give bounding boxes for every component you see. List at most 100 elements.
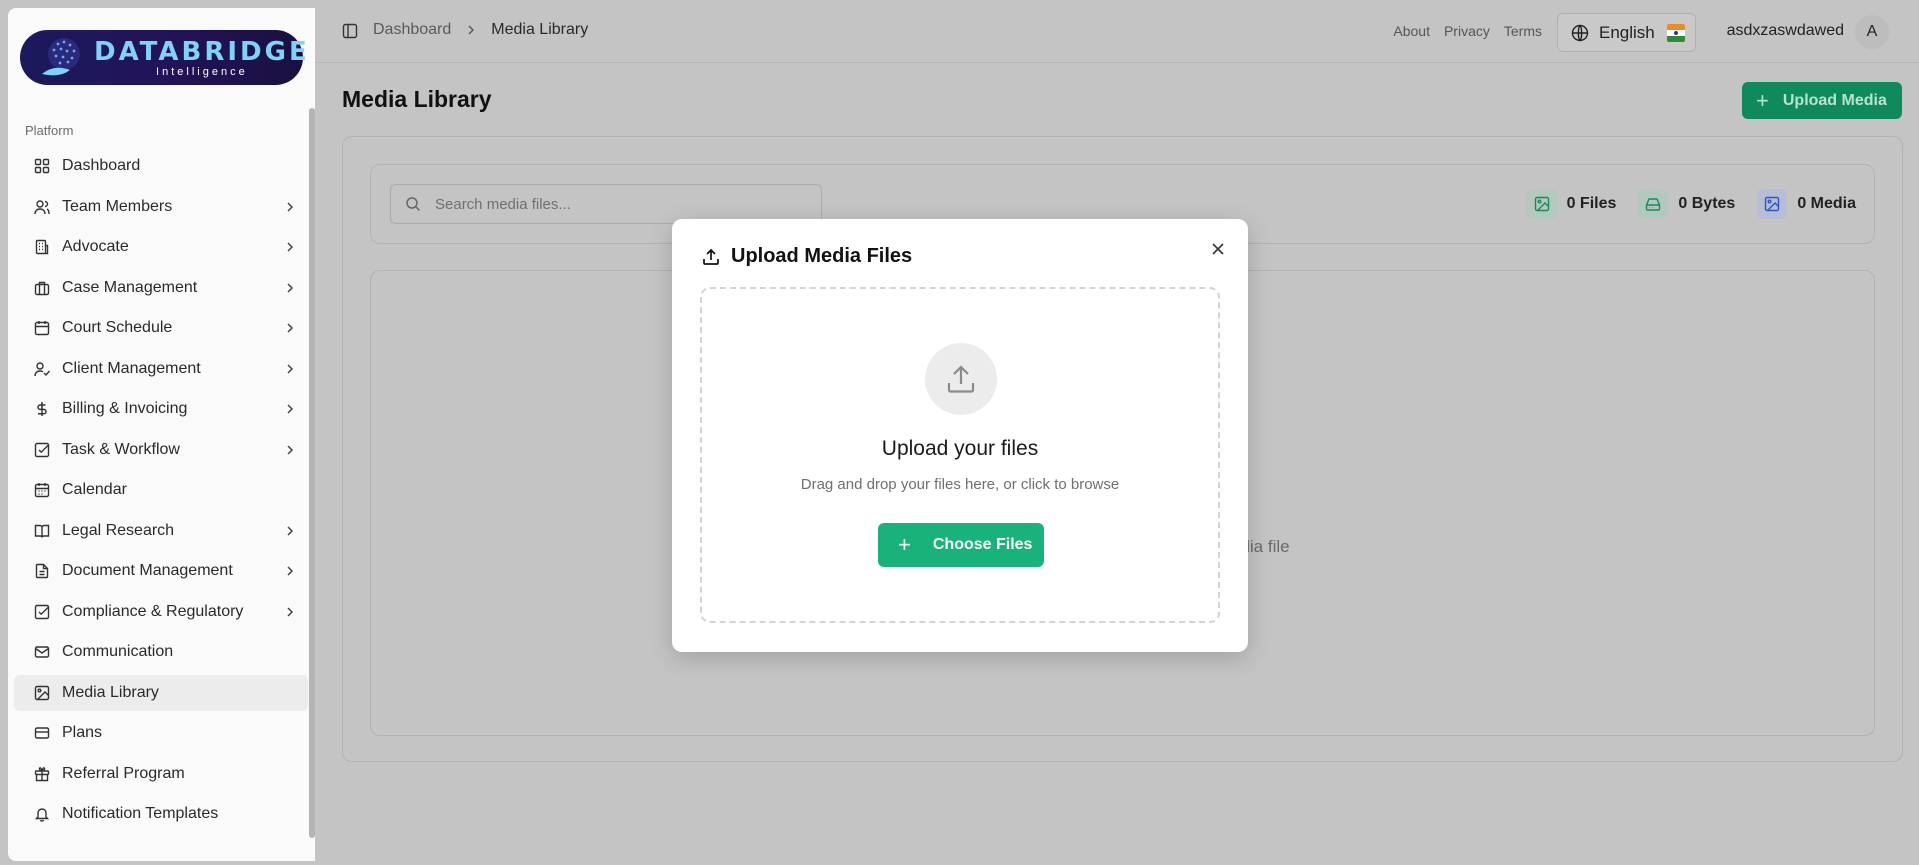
modal-title: Upload Media Files (701, 245, 912, 268)
upload-icon (925, 343, 997, 415)
sidebar-item-label: Plans (62, 724, 103, 741)
sidebar-item-advocate[interactable]: Advocate (14, 229, 308, 265)
choose-files-button[interactable]: + Choose Files (878, 523, 1044, 567)
sidebar-item-label: Legal Research (62, 521, 175, 539)
sidebar-scrollbar[interactable] (309, 108, 315, 838)
sidebar-item-label: Court Schedule (62, 319, 173, 336)
sidebar-item-label: Communication (62, 643, 174, 660)
india-flag-icon (1666, 23, 1685, 42)
sidebar-item-task-workflow[interactable]: Task & Workflow (14, 432, 308, 468)
upload-icon (703, 248, 719, 265)
about-link[interactable]: About (1393, 23, 1430, 39)
brand-logo[interactable]: DATABRIDGE Intelligence (20, 30, 307, 85)
dropzone-title: Upload your files (881, 437, 1039, 460)
breadcrumb-dashboard[interactable]: Dashboard (373, 21, 451, 39)
sidebar-item-communication[interactable]: Communication (14, 634, 308, 670)
plus-icon: + (1756, 87, 1769, 113)
sidebar-item-plans[interactable]: Plans (14, 715, 308, 751)
sidebar-item-team-members[interactable]: Team Members (14, 189, 308, 225)
upload-modal: Upload Media Files Upload your files Dra… (672, 219, 1248, 652)
upload-media-label: Upload Media (1782, 91, 1887, 109)
sidebar-item-label: Team Members (62, 197, 173, 215)
sidebar-item-label: Document Management (62, 562, 233, 579)
sidebar-item-document-management[interactable]: Document Management (14, 553, 308, 589)
sidebar-item-label: Task & Workflow (62, 440, 180, 458)
bytes-count: 0 Bytes (1678, 195, 1736, 212)
nav-section-label: Platform (25, 123, 74, 138)
card-icon (34, 727, 50, 739)
sidebar-item-referral-program[interactable]: Referral Program (14, 756, 308, 792)
sidebar-item-calendar[interactable]: Calendar (14, 472, 308, 508)
sidebar-item-label: Case Management (62, 278, 198, 296)
close-button[interactable] (1208, 239, 1228, 259)
gift-icon (34, 766, 50, 781)
language-label: English (1599, 22, 1655, 42)
page-title: Media Library (342, 86, 492, 112)
files-stat: 0 Files (1526, 189, 1617, 219)
sidebar-item-court-schedule[interactable]: Court Schedule (14, 310, 308, 346)
mail-icon (34, 646, 50, 658)
media-count: 0 Media (1797, 195, 1856, 212)
file-dropzone[interactable]: Upload your files Drag and drop your fil… (700, 287, 1220, 623)
sidebar-item-label: Calendar (62, 481, 127, 498)
sidebar-item-label: Dashboard (62, 157, 141, 174)
sidebar-item-label: Client Management (62, 359, 201, 377)
user-check-icon (34, 361, 50, 376)
chevron-right-icon (287, 525, 294, 536)
sidebar-item-client-management[interactable]: Client Management (14, 351, 308, 387)
sidebar-item-legal-research[interactable]: Legal Research (14, 513, 308, 549)
building-icon (35, 239, 49, 255)
briefcase-icon (34, 281, 50, 295)
avatar[interactable]: A (1855, 15, 1889, 49)
check-square-icon (34, 442, 50, 457)
sidebar-item-billing[interactable]: Billing & Invoicing (14, 391, 308, 427)
search-input[interactable]: Search media files... (390, 184, 822, 224)
user-name[interactable]: asdxzaswdawed (1727, 22, 1844, 40)
sidebar: DATABRIDGE Intelligence Platform Dashboa… (8, 8, 315, 861)
files-count: 0 Files (1566, 195, 1617, 212)
sidebar-item-notification-templates[interactable]: Notification Templates (14, 796, 308, 832)
breadcrumb-current: Media Library (491, 21, 589, 38)
plus-icon: + (898, 532, 911, 557)
sidebar-item-label: Notification Templates (62, 805, 219, 822)
sidebar-toggle-icon[interactable] (342, 23, 358, 39)
chevron-right-icon (287, 566, 294, 576)
sidebar-item-dashboard[interactable]: Dashboard (14, 148, 308, 184)
chevron-right-icon (287, 242, 294, 252)
chevron-right-icon (287, 323, 294, 333)
brand-name: DATABRIDGE (94, 36, 310, 67)
sidebar-item-label: Referral Program (62, 764, 185, 782)
sidebar-item-label: Compliance & Regulatory (62, 602, 244, 620)
globe-icon (1571, 24, 1589, 41)
modal-title-text: Upload Media Files (731, 245, 913, 267)
brand-tagline: Intelligence (156, 65, 248, 78)
sidebar-item-label: Advocate (62, 238, 129, 255)
bell-icon (34, 808, 50, 822)
image-icon (34, 685, 50, 700)
terms-link[interactable]: Terms (1504, 23, 1542, 39)
choose-files-label: Choose Files (932, 536, 1033, 553)
top-links: About Privacy Terms (1393, 23, 1542, 39)
chevron-right-icon (287, 282, 294, 293)
media-stat: 0 Media (1757, 189, 1856, 219)
language-selector[interactable]: English (1557, 13, 1696, 52)
chevron-right-icon (287, 363, 294, 374)
chevron-right-icon (468, 25, 475, 35)
privacy-link[interactable]: Privacy (1444, 23, 1490, 39)
image-icon (1526, 189, 1557, 219)
upload-media-button[interactable]: + Upload Media (1742, 82, 1902, 119)
chevron-right-icon (287, 444, 294, 455)
sidebar-item-case-management[interactable]: Case Management (14, 270, 308, 306)
media-stats: 0 Files 0 Bytes 0 Media (1526, 189, 1856, 219)
bytes-stat: 0 Bytes (1638, 189, 1735, 219)
sidebar-item-media-library[interactable]: Media Library (14, 674, 308, 711)
dollar-icon (37, 402, 47, 416)
sidebar-nav: Dashboard Team Members Advocate Case Man… (14, 148, 308, 837)
check-square-icon (34, 604, 50, 619)
close-icon (1212, 243, 1224, 255)
sidebar-item-compliance[interactable]: Compliance & Regulatory (14, 594, 308, 630)
sidebar-item-label: Media Library (62, 683, 159, 701)
book-icon (34, 524, 50, 538)
search-icon (406, 197, 421, 212)
file-icon (35, 563, 49, 579)
